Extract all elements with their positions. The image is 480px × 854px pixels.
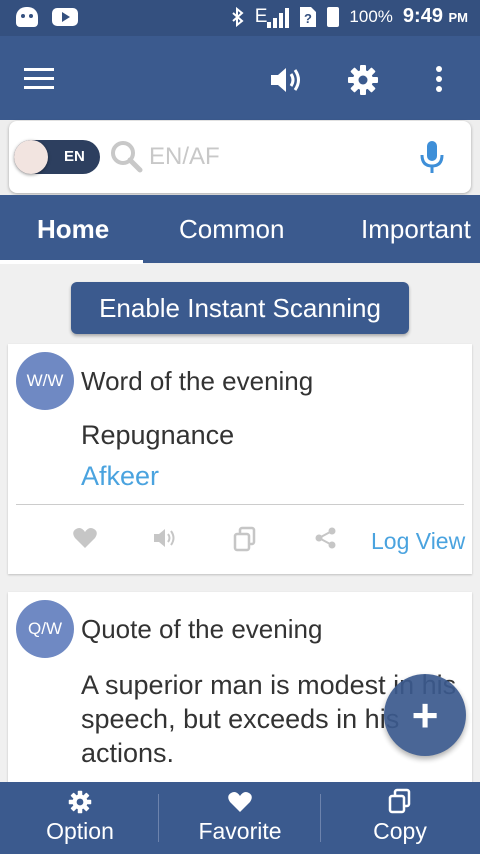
copy-icon[interactable] <box>232 526 258 552</box>
tab-home[interactable]: Home <box>37 195 109 263</box>
tab-important[interactable]: Important <box>361 195 471 263</box>
clock-ampm: PM <box>448 10 469 25</box>
word-avatar: W/W <box>16 352 74 410</box>
word-of-the-day-card: W/W Word of the evening Repugnance Afkee… <box>8 344 472 574</box>
status-bar: E ? 100% 9:49 PM <box>0 0 480 36</box>
bottom-copy-label: Copy <box>373 818 427 844</box>
search-input[interactable] <box>149 137 409 177</box>
search-icon <box>111 141 143 173</box>
bottom-navigation: Option Favorite Copy <box>0 782 480 854</box>
battery-percent: 100% <box>349 6 393 26</box>
battery-icon <box>327 6 340 27</box>
overflow-menu-icon[interactable] <box>436 66 444 96</box>
bottom-option-label: Option <box>46 818 114 844</box>
log-view-link[interactable]: Log View <box>371 528 465 555</box>
svg-text:?: ? <box>304 11 312 26</box>
clock-time: 9:49 <box>402 5 443 27</box>
card-actions: Log View <box>8 522 472 562</box>
enable-instant-scanning-button[interactable]: Enable Instant Scanning <box>71 282 409 334</box>
card-title: Word of the evening <box>81 366 314 396</box>
speaker-icon[interactable] <box>266 60 306 100</box>
speaker-icon[interactable] <box>152 526 178 550</box>
language-toggle[interactable]: EN <box>14 140 100 174</box>
settings-gear-icon[interactable] <box>343 60 383 100</box>
add-fab-button[interactable]: + <box>384 674 466 756</box>
signal-icon <box>267 7 290 28</box>
no-sim-icon: ? <box>300 6 317 27</box>
share-icon[interactable] <box>314 526 338 550</box>
search-bar: EN <box>9 121 471 193</box>
word-meaning[interactable]: Afkeer <box>81 461 159 492</box>
youtube-notification-icon <box>52 8 78 26</box>
tab-common[interactable]: Common <box>179 195 284 263</box>
word-text: Repugnance <box>81 420 235 450</box>
favorite-heart-icon[interactable] <box>72 526 98 550</box>
bottom-favorite-label: Favorite <box>198 818 282 844</box>
app-bar <box>0 36 480 120</box>
tab-bar: Home Common Important <box>0 195 480 263</box>
bottom-favorite-button[interactable]: Favorite <box>160 782 320 854</box>
network-type: E <box>254 5 268 27</box>
menu-icon[interactable] <box>24 68 54 90</box>
android-notification-icon <box>16 7 38 27</box>
bottom-option-button[interactable]: Option <box>0 782 160 854</box>
bottom-copy-button[interactable]: Copy <box>320 782 480 854</box>
heart-icon <box>228 792 252 812</box>
separator <box>158 794 159 842</box>
toggle-knob <box>14 140 48 174</box>
gear-icon <box>68 790 92 814</box>
copy-icon <box>388 788 411 814</box>
card-title: Quote of the evening <box>81 614 323 644</box>
toggle-label: EN <box>64 148 85 165</box>
microphone-icon[interactable] <box>419 139 445 175</box>
divider <box>16 504 464 505</box>
clock: 9:49 PM <box>403 5 468 28</box>
bluetooth-icon <box>232 6 244 27</box>
quote-avatar: Q/W <box>16 600 74 658</box>
